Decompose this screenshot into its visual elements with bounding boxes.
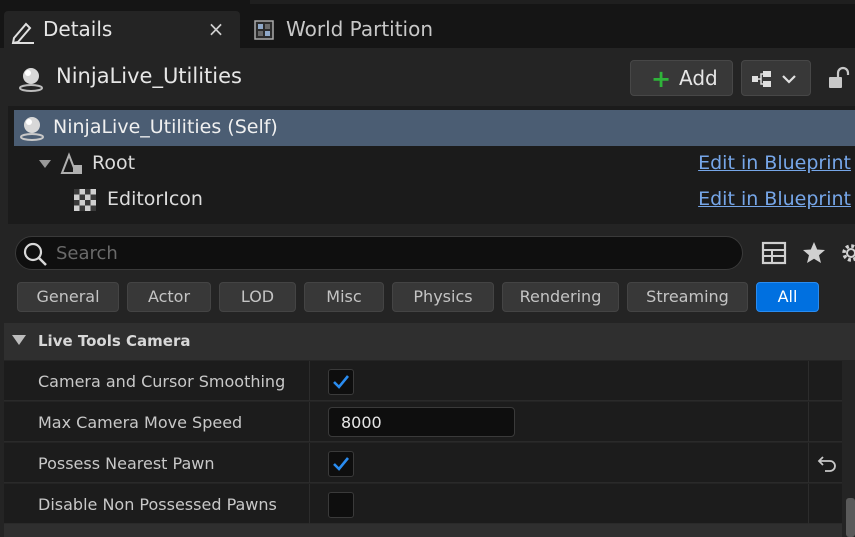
gear-icon[interactable] bbox=[838, 240, 855, 266]
property-name: Possess Nearest Pawn bbox=[38, 454, 215, 473]
filter-general[interactable]: General bbox=[17, 282, 119, 312]
column-divider bbox=[808, 402, 809, 442]
disable-non-possessed-pawns-checkbox[interactable] bbox=[328, 492, 354, 518]
column-divider[interactable] bbox=[309, 484, 310, 524]
property-row: Max Camera Move Speed bbox=[4, 402, 842, 442]
tab-strip-background bbox=[250, 0, 855, 4]
tree-item-label: NinjaLive_Utilities (Self) bbox=[53, 116, 278, 138]
category-title: Live Tools Camera bbox=[38, 332, 191, 350]
filter-all[interactable]: All bbox=[756, 282, 819, 312]
filter-streaming[interactable]: Streaming bbox=[627, 282, 748, 312]
unlock-icon[interactable] bbox=[827, 66, 851, 90]
filter-actor[interactable]: Actor bbox=[127, 282, 211, 312]
grid-map-icon bbox=[254, 20, 274, 40]
actor-name: NinjaLive_Utilities bbox=[56, 64, 242, 88]
add-button-label: Add bbox=[679, 66, 718, 90]
tree-item-self[interactable]: NinjaLive_Utilities (Self) bbox=[14, 110, 855, 146]
property-name: Camera and Cursor Smoothing bbox=[38, 372, 286, 391]
tree-item-label: EditorIcon bbox=[107, 188, 203, 210]
camera-cursor-smoothing-checkbox[interactable] bbox=[328, 369, 354, 395]
tree-item-label: Root bbox=[92, 152, 136, 174]
close-icon[interactable]: × bbox=[207, 17, 225, 41]
filter-misc[interactable]: Misc bbox=[304, 282, 384, 312]
next-category-header[interactable] bbox=[4, 524, 842, 537]
column-divider bbox=[808, 484, 809, 524]
max-camera-move-speed-field bbox=[328, 407, 515, 437]
tab-details[interactable]: Details × bbox=[4, 11, 240, 48]
scene-component-icon bbox=[60, 152, 82, 174]
property-row: Disable Non Possessed Pawns bbox=[4, 484, 842, 524]
tab-world-partition[interactable]: World Partition bbox=[246, 11, 466, 48]
max-camera-move-speed-input[interactable] bbox=[341, 411, 501, 433]
search-box bbox=[15, 236, 743, 270]
add-component-button[interactable]: + Add bbox=[630, 60, 733, 96]
scrollbar-thumb[interactable] bbox=[846, 498, 855, 537]
tree-item-root[interactable]: Root Edit in Blueprint bbox=[8, 146, 855, 182]
filter-lod[interactable]: LOD bbox=[219, 282, 296, 312]
search-icon bbox=[23, 242, 47, 266]
filter-physics[interactable]: Physics bbox=[392, 282, 494, 312]
pencil-icon bbox=[11, 22, 34, 44]
property-name: Disable Non Possessed Pawns bbox=[38, 495, 277, 514]
edit-in-blueprint-link[interactable]: Edit in Blueprint bbox=[698, 188, 851, 210]
reset-to-default-icon[interactable] bbox=[816, 452, 838, 474]
edit-in-blueprint-link[interactable]: Edit in Blueprint bbox=[698, 152, 851, 174]
property-row: Possess Nearest Pawn bbox=[4, 443, 842, 483]
column-divider bbox=[808, 361, 809, 401]
tree-item-editoricon[interactable]: EditorIcon Edit in Blueprint bbox=[8, 182, 855, 218]
search-input[interactable] bbox=[56, 241, 726, 265]
actor-sphere-icon bbox=[19, 68, 43, 92]
hierarchy-chevron-icon bbox=[752, 71, 796, 87]
actor-sphere-icon bbox=[20, 117, 44, 141]
property-name: Max Camera Move Speed bbox=[38, 413, 243, 432]
column-divider[interactable] bbox=[309, 402, 310, 442]
checkmark-icon bbox=[333, 375, 350, 389]
column-divider[interactable] bbox=[309, 443, 310, 483]
details-panel: NinjaLive_Utilities + Add NinjaLive_Util… bbox=[0, 48, 855, 537]
filter-rendering[interactable]: Rendering bbox=[502, 282, 619, 312]
table-view-icon[interactable] bbox=[761, 240, 787, 266]
tab-details-label: Details bbox=[43, 17, 113, 41]
blueprint-options-button[interactable] bbox=[741, 60, 811, 96]
tab-bar: Details × World Partition bbox=[0, 0, 855, 48]
billboard-checker-icon bbox=[74, 189, 96, 211]
component-tree: NinjaLive_Utilities (Self) Root Edit in … bbox=[8, 106, 855, 224]
chevron-down-icon[interactable] bbox=[38, 159, 52, 169]
possess-nearest-pawn-checkbox[interactable] bbox=[328, 451, 354, 477]
plus-icon: + bbox=[651, 65, 672, 93]
actor-header: NinjaLive_Utilities + Add bbox=[0, 48, 855, 106]
tab-world-partition-label: World Partition bbox=[286, 17, 434, 41]
star-icon[interactable] bbox=[801, 240, 827, 266]
column-divider[interactable] bbox=[309, 361, 310, 401]
property-row: Camera and Cursor Smoothing bbox=[4, 361, 842, 401]
checkmark-icon bbox=[333, 457, 350, 471]
category-header[interactable]: Live Tools Camera bbox=[4, 323, 855, 360]
column-divider bbox=[808, 443, 809, 483]
chevron-down-icon bbox=[12, 335, 26, 345]
